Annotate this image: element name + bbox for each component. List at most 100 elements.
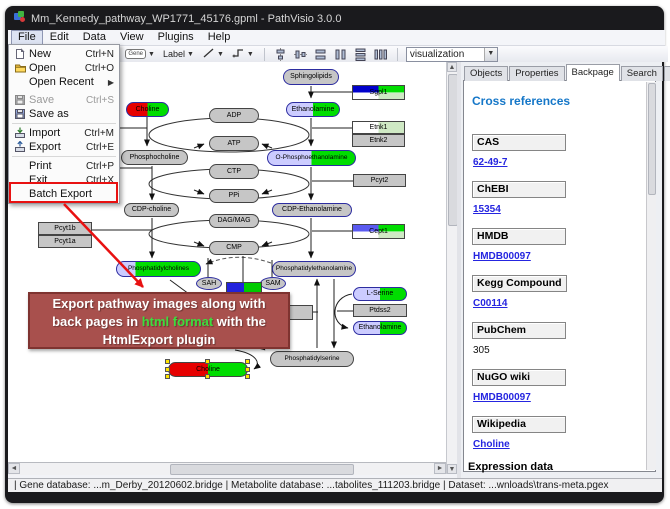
xref-value-pubchem: 305 xyxy=(473,345,637,356)
node-pcyt1b[interactable]: Pcyt1b xyxy=(38,222,92,235)
node-sgpl1[interactable]: Sgpl1 xyxy=(352,85,405,100)
visualization-combobox[interactable]: visualization ▼ xyxy=(406,47,498,62)
match-width-button[interactable] xyxy=(313,47,329,61)
menu-view[interactable]: View xyxy=(113,30,151,45)
horizontal-scroll-thumb[interactable] xyxy=(170,464,354,475)
chevron-down-icon[interactable]: ▼ xyxy=(187,51,194,58)
node-phosphocholine[interactable]: Phosphocholine xyxy=(121,150,188,165)
menu-item-label: Export xyxy=(29,141,78,153)
tab-legend[interactable]: Legend xyxy=(664,66,670,81)
menu-separator xyxy=(12,123,116,124)
xref-link-chebi[interactable]: 15354 xyxy=(473,204,637,215)
node-cdp-choline[interactable]: CDP-choline xyxy=(124,203,179,217)
new-document-icon xyxy=(14,48,29,60)
menu-file[interactable]: File xyxy=(11,30,43,45)
selection-handle[interactable] xyxy=(205,359,210,364)
node-o-phosphoethanolamine[interactable]: O-Phosphoethanolamine xyxy=(267,150,356,166)
menu-shortcut: Ctrl+P xyxy=(86,161,114,172)
node-phosphatidylserine[interactable]: Phosphatidylserine xyxy=(270,351,354,367)
align-horizontal-center-button[interactable] xyxy=(273,47,289,61)
tab-backpage[interactable]: Backpage xyxy=(566,64,620,81)
xref-link-wikipedia[interactable]: Choline xyxy=(473,439,637,450)
xref-link-cas[interactable]: 62-49-7 xyxy=(473,157,637,168)
node-cdp-ethanolamine[interactable]: CDP-Ethanolamine xyxy=(272,203,352,217)
blank-icon xyxy=(14,160,29,172)
connector-tool-button[interactable]: ▼ xyxy=(230,47,256,61)
menu-item-label: Print xyxy=(29,160,78,172)
tab-properties[interactable]: Properties xyxy=(509,66,564,81)
node-sphingolipids[interactable]: Sphingolipids xyxy=(283,69,339,85)
node-cmp[interactable]: CMP xyxy=(209,241,259,255)
chevron-down-icon[interactable]: ▼ xyxy=(148,51,155,58)
node-phosphatidylethanolamine[interactable]: Phosphatidylethanolamine xyxy=(272,261,356,277)
match-height-button[interactable] xyxy=(333,47,349,61)
node-cept1[interactable]: Cept1 xyxy=(352,224,405,239)
node-atp[interactable]: ATP xyxy=(209,136,259,151)
node-ethanolamine[interactable]: Ethanolamine xyxy=(286,102,340,117)
selection-handle[interactable] xyxy=(165,359,170,364)
xref-header-hmdb: HMDB xyxy=(472,228,566,245)
node-etnk1[interactable]: Etnk1 xyxy=(352,121,405,134)
selection-handle[interactable] xyxy=(245,359,250,364)
toolbar-separator xyxy=(264,48,265,61)
file-menu-item-export[interactable]: ExportCtrl+E xyxy=(9,140,119,154)
scroll-down-icon[interactable]: ▼ xyxy=(447,464,457,474)
xref-header-cas: CAS xyxy=(472,134,566,151)
save-as-icon xyxy=(14,108,29,120)
chevron-down-icon[interactable]: ▼ xyxy=(247,51,254,58)
selection-handle[interactable] xyxy=(245,374,250,379)
node-pcyt1a[interactable]: Pcyt1a xyxy=(38,235,92,248)
node-pcyt2[interactable]: Pcyt2 xyxy=(353,174,406,187)
scroll-up-icon[interactable]: ▲ xyxy=(447,62,457,72)
menu-plugins[interactable]: Plugins xyxy=(151,30,201,45)
node-ctp[interactable]: CTP xyxy=(209,164,259,179)
selection-handle[interactable] xyxy=(205,374,210,379)
scroll-left-icon[interactable]: ◄ xyxy=(8,463,20,474)
file-menu-item-save-as[interactable]: Save as xyxy=(9,107,119,121)
menu-data[interactable]: Data xyxy=(76,30,113,45)
node-l-serine[interactable]: L-Serine xyxy=(353,287,407,301)
file-menu-item-open[interactable]: OpenCtrl+O xyxy=(9,61,119,75)
datanode-tool-button[interactable]: Gene ▼ xyxy=(123,47,157,61)
file-menu-item-save[interactable]: SaveCtrl+S xyxy=(9,93,119,107)
selection-handle[interactable] xyxy=(165,374,170,379)
node-phosphatidylcholines[interactable]: Phosphatidylcholines xyxy=(116,261,201,277)
tab-search[interactable]: Search xyxy=(621,66,663,81)
node-sam[interactable]: SAM xyxy=(260,277,286,290)
canvas-horizontal-scrollbar: ◄ ► xyxy=(8,462,446,475)
menu-shortcut: Ctrl+N xyxy=(85,49,114,60)
chevron-down-icon[interactable]: ▼ xyxy=(484,48,497,61)
chevron-down-icon[interactable]: ▼ xyxy=(217,51,224,58)
node-choline[interactable]: Choline xyxy=(126,102,169,117)
tab-objects[interactable]: Objects xyxy=(464,66,508,81)
file-menu-item-open-recent[interactable]: Open Recent▶ xyxy=(9,75,119,89)
node-dag-mag[interactable]: DAG/MAG xyxy=(209,214,259,228)
line-tool-button[interactable]: ▼ xyxy=(200,47,226,61)
menu-edit[interactable]: Edit xyxy=(43,30,76,45)
visualization-value: visualization xyxy=(407,49,484,60)
selection-handle[interactable] xyxy=(245,367,250,372)
file-menu-item-new[interactable]: NewCtrl+N xyxy=(9,47,119,61)
node-adp[interactable]: ADP xyxy=(209,108,259,123)
save-icon xyxy=(14,94,29,106)
xref-link-hmdb[interactable]: HMDB00097 xyxy=(473,251,637,262)
xref-link-nugo-wiki[interactable]: HMDB00097 xyxy=(473,392,637,403)
file-menu-item-print[interactable]: Print Ctrl+P xyxy=(9,159,119,173)
scroll-right-icon[interactable]: ► xyxy=(434,463,446,474)
selection-handle[interactable] xyxy=(165,367,170,372)
file-menu-item-import[interactable]: ImportCtrl+M xyxy=(9,126,119,140)
node-ppi[interactable]: PPi xyxy=(209,189,259,203)
node-etnk2[interactable]: Etnk2 xyxy=(352,134,405,147)
menu-help[interactable]: Help xyxy=(201,30,238,45)
node-ptdss2[interactable]: Ptdss2 xyxy=(353,304,407,317)
label-tool-button[interactable]: Label ▼ xyxy=(161,47,196,61)
stack-vertical-button[interactable] xyxy=(353,47,369,61)
sidebar-scroll-thumb[interactable] xyxy=(648,83,656,195)
node-ethanolamine[interactable]: Ethanolamine xyxy=(353,321,407,335)
align-vertical-center-button[interactable] xyxy=(293,47,309,61)
annotation-callout: Export pathway images along with back pa… xyxy=(28,292,290,349)
stack-horizontal-button[interactable] xyxy=(373,47,389,61)
menu-item-label: Open xyxy=(29,62,77,74)
node-sah[interactable]: SAH xyxy=(196,277,222,290)
xref-link-kegg-compound[interactable]: C00114 xyxy=(473,298,637,309)
